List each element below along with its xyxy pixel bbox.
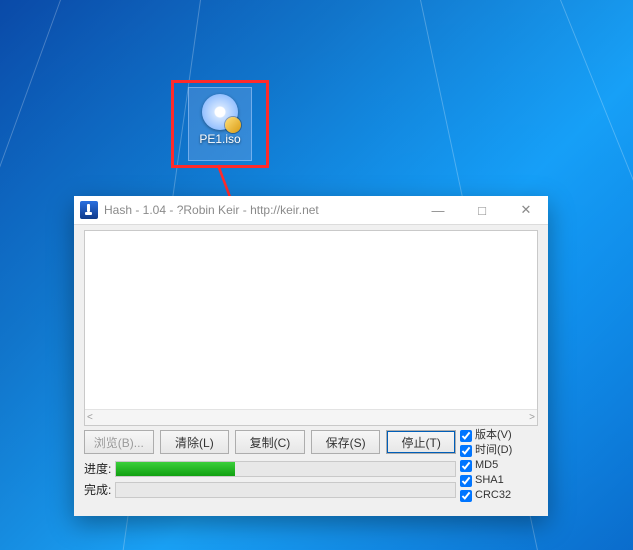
copy-button[interactable]: 复制(C) (235, 430, 305, 454)
checkbox-date[interactable]: 时间(D) (460, 443, 538, 458)
scroll-left-icon[interactable]: < (87, 412, 93, 423)
window-maximize-button[interactable]: □ (460, 196, 504, 224)
checkbox-md5[interactable]: MD5 (460, 458, 538, 473)
progress-current-bar (115, 461, 456, 477)
window-close-button[interactable]: ✕ (504, 196, 548, 224)
app-icon (80, 201, 98, 219)
desktop-file-icon[interactable]: PE1.iso (189, 88, 251, 160)
hash-app-window: Hash - 1.04 - ?Robin Keir - http://keir.… (74, 196, 548, 516)
progress-total-bar (115, 482, 456, 498)
window-titlebar[interactable]: Hash - 1.04 - ?Robin Keir - http://keir.… (74, 196, 548, 225)
checkbox-version[interactable]: 版本(V) (460, 428, 538, 443)
desktop-background: PE1.iso Hash - 1.04 - ?Robin Keir - http… (0, 0, 633, 550)
horizontal-scrollbar[interactable]: < > (85, 409, 537, 425)
save-button[interactable]: 保存(S) (311, 430, 381, 454)
window-minimize-button[interactable]: — (416, 196, 460, 224)
desktop-file-label: PE1.iso (199, 132, 240, 146)
checkbox-sha1[interactable]: SHA1 (460, 473, 538, 488)
progress-total-label: 完成: (84, 481, 111, 498)
browse-button[interactable]: 浏览(B)... (84, 430, 154, 454)
stop-button[interactable]: 停止(T) (386, 430, 456, 454)
hash-output-textarea[interactable]: < > (84, 230, 538, 426)
clear-button[interactable]: 清除(L) (160, 430, 230, 454)
scroll-right-icon[interactable]: > (529, 412, 535, 423)
window-title: Hash - 1.04 - ?Robin Keir - http://keir.… (104, 203, 416, 217)
annotation-source-box: PE1.iso (171, 80, 269, 168)
iso-disc-icon (202, 94, 238, 130)
progress-current-label: 进度: (84, 460, 111, 477)
checkbox-crc32[interactable]: CRC32 (460, 488, 538, 503)
